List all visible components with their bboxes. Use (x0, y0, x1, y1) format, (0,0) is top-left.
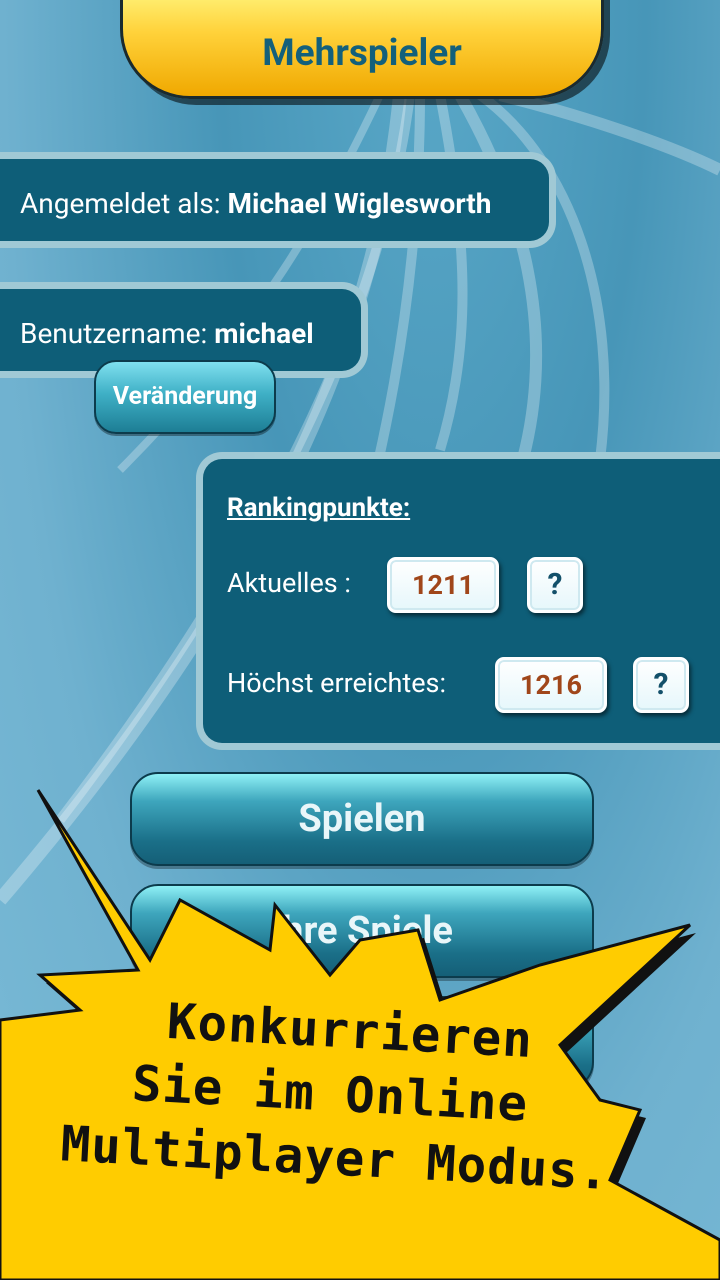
ranking-panel: Rankingpunkte: Aktuelles : 1211 ? Höchst… (196, 452, 720, 750)
logged-in-name: Michael Wiglesworth (227, 187, 492, 220)
current-rank-help-button[interactable]: ? (527, 557, 583, 613)
username-value: michael (214, 317, 314, 350)
best-rank-label: Höchst erreichtes: (227, 667, 447, 699)
current-rank-label: Aktuelles : (227, 567, 351, 599)
username-label: Benutzername: (20, 317, 208, 350)
change-username-button[interactable]: Veränderung (94, 360, 276, 434)
promo-text: Konkurrieren Sie im Online Multiplayer M… (0, 993, 720, 1201)
logged-in-label: Angemeldet als: (20, 187, 221, 220)
logged-in-panel: Angemeldet als: Michael Wiglesworth (0, 152, 556, 248)
ranking-title: Rankingpunkte: (227, 493, 411, 523)
best-rank-help-button[interactable]: ? (633, 657, 689, 713)
best-rank-value: 1216 (495, 657, 607, 713)
current-rank-value: 1211 (387, 557, 499, 613)
page-title: Mehrspieler (262, 32, 462, 75)
username-text: Benutzername: michael (20, 317, 314, 350)
logged-in-text: Angemeldet als: Michael Wiglesworth (20, 187, 491, 220)
title-tab: Mehrspieler (120, 0, 604, 99)
